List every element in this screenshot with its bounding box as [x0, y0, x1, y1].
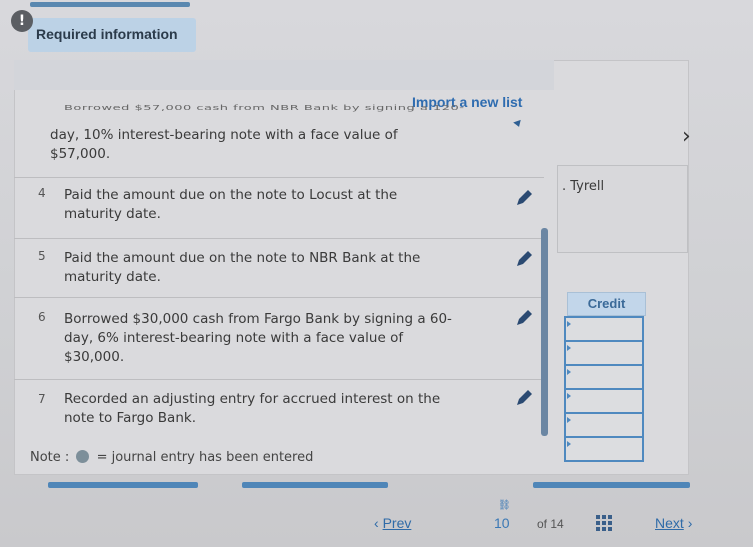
note-prefix: Note :	[30, 450, 70, 465]
transaction-4-line-1: Paid the amount due on the note to Locus…	[64, 187, 398, 203]
transaction-7-text: Recorded an adjusting entry for accrued …	[64, 390, 494, 428]
edit-pencil-icon[interactable]	[514, 249, 534, 269]
grid-menu-icon[interactable]	[596, 515, 612, 531]
required-information-tab[interactable]: Required information	[28, 18, 196, 52]
transaction-row-5: 5 Paid the amount due on the note to NBR…	[14, 238, 544, 298]
transaction-number: 7	[38, 392, 46, 406]
transaction-4-text: Paid the amount due on the note to Locus…	[64, 186, 494, 224]
transaction-number: 4	[38, 186, 46, 200]
transaction-number: 5	[38, 249, 46, 263]
button-bar-3[interactable]	[533, 482, 690, 488]
chevron-right-small-icon: ›	[687, 515, 693, 531]
next-button[interactable]: Next ›	[655, 515, 692, 531]
vertical-scrollbar[interactable]	[541, 228, 548, 436]
credit-grid	[564, 316, 644, 462]
credit-column-header: Credit	[567, 292, 646, 316]
transaction-5-text: Paid the amount due on the note to NBR B…	[64, 249, 494, 287]
transaction-row-6: 6 Borrowed $30,000 cash from Fargo Bank …	[14, 297, 544, 379]
transaction-5-line-2: maturity date.	[64, 269, 161, 285]
credit-cell[interactable]	[566, 414, 642, 438]
panel-header-strip	[14, 60, 554, 90]
transaction-number: 6	[38, 310, 46, 324]
transaction-7-line-2: note to Fargo Bank.	[64, 410, 196, 426]
credit-cell[interactable]	[566, 342, 642, 366]
transaction-3-line-2: $57,000.	[50, 146, 111, 162]
entered-status-dot-icon	[76, 450, 90, 463]
edit-pencil-icon[interactable]	[514, 188, 534, 208]
prev-button[interactable]: ‹ Prev	[374, 515, 411, 531]
page-total: of 14	[537, 517, 564, 531]
transaction-4-line-2: maturity date.	[64, 206, 161, 222]
transaction-7-line-1: Recorded an adjusting entry for accrued …	[64, 391, 441, 407]
current-page-number: 10	[494, 515, 510, 531]
credit-cell[interactable]	[566, 390, 642, 414]
button-bar-2[interactable]	[242, 482, 388, 488]
transaction-6-line-1: Borrowed $30,000 cash from Fargo Bank by…	[64, 311, 452, 327]
transaction-3-text: day, 10% interest-bearing note with a fa…	[50, 126, 480, 164]
side-info-text: . Tyrell	[562, 179, 605, 194]
transaction-3-line-1: day, 10% interest-bearing note with a fa…	[50, 127, 398, 143]
cutoff-transaction-text: Borrowed $57,000 cash from NBR Bank by s…	[64, 104, 465, 112]
edit-pencil-icon[interactable]	[514, 308, 534, 328]
transaction-6-line-2: day, 6% interest-bearing note with a fac…	[64, 330, 404, 346]
credit-cell[interactable]	[566, 318, 642, 342]
credit-cell[interactable]	[566, 366, 642, 390]
transaction-row-4: 4 Paid the amount due on the note to Loc…	[14, 177, 544, 237]
link-icon[interactable]: ⛓	[498, 500, 511, 511]
next-label: Next	[655, 515, 684, 531]
transaction-row-7: 7 Recorded an adjusting entry for accrue…	[14, 379, 544, 439]
transaction-6-line-3: $30,000.	[64, 349, 125, 365]
journal-note: Note : = journal entry has been entered	[30, 450, 313, 465]
note-suffix: = journal entry has been entered	[96, 450, 314, 465]
edit-pencil-icon[interactable]	[514, 388, 534, 408]
required-information-label: Required information	[36, 26, 178, 42]
top-progress-bar	[30, 2, 190, 7]
alert-icon: !	[11, 10, 33, 32]
prev-label: Prev	[382, 515, 412, 531]
button-bar-1[interactable]	[48, 482, 198, 488]
chevron-left-icon: ‹	[374, 515, 379, 531]
credit-cell[interactable]	[566, 438, 642, 462]
transaction-6-text: Borrowed $30,000 cash from Fargo Bank by…	[64, 310, 494, 367]
transaction-5-line-1: Paid the amount due on the note to NBR B…	[64, 250, 421, 266]
chevron-right-icon[interactable]: ›	[682, 124, 691, 149]
